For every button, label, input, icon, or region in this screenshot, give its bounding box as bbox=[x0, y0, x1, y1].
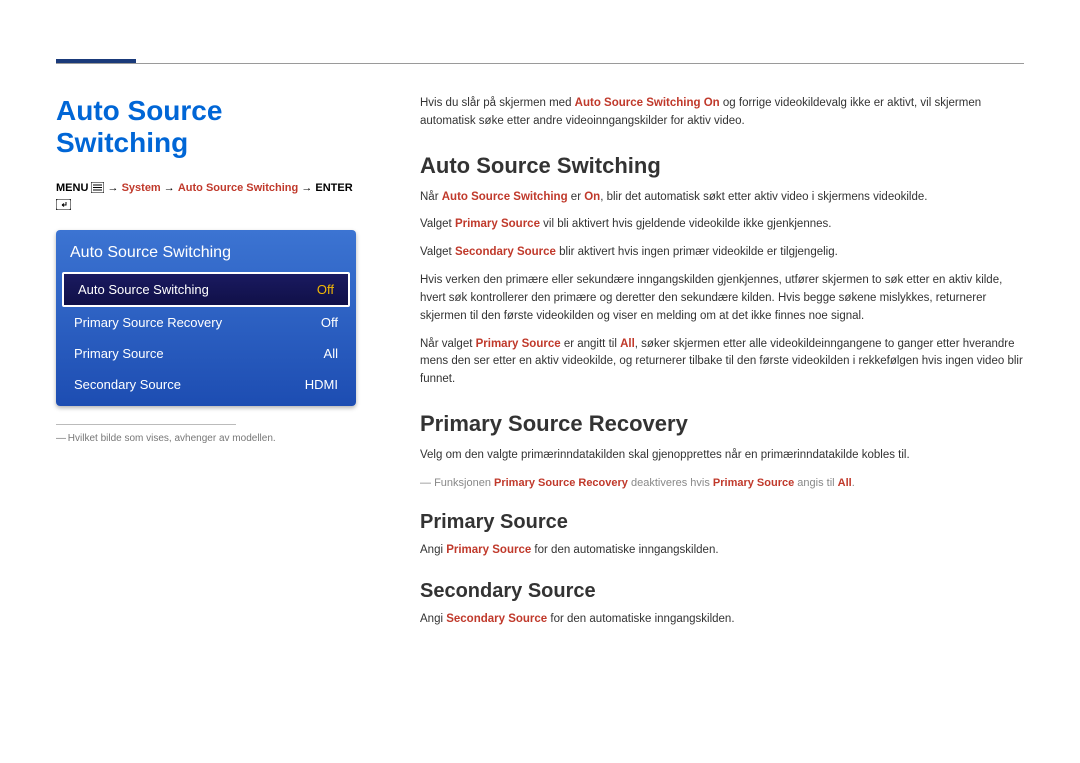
osd-item-secondary-source[interactable]: Secondary Source HDMI bbox=[60, 369, 352, 400]
highlight: All bbox=[838, 477, 852, 489]
osd-item-value: Off bbox=[321, 315, 338, 330]
breadcrumb-arrow: → bbox=[301, 182, 312, 194]
section1-p3: Valget Secondary Source blir aktivert hv… bbox=[420, 244, 1024, 262]
osd-item-value: All bbox=[324, 346, 338, 361]
left-column: Auto Source Switching MENU → System → Au… bbox=[56, 95, 356, 639]
text: Angi bbox=[420, 613, 446, 625]
highlight: Primary Source bbox=[476, 338, 561, 350]
section1-p5: Når valget Primary Source er angitt til … bbox=[420, 336, 1024, 389]
section-heading-primary-source-recovery: Primary Source Recovery bbox=[420, 411, 1024, 437]
enter-icon bbox=[56, 199, 71, 215]
section1-p1: Når Auto Source Switching er On, blir de… bbox=[420, 189, 1024, 207]
osd-item-value: Off bbox=[317, 282, 334, 297]
text: . bbox=[852, 477, 855, 489]
section-heading-primary-source: Primary Source bbox=[420, 511, 1024, 534]
osd-item-value: HDMI bbox=[305, 377, 338, 392]
breadcrumb: MENU → System → Auto Source Switching → … bbox=[56, 181, 356, 216]
section2-note: ― Funksjonen Primary Source Recovery dea… bbox=[420, 475, 1024, 492]
footnote-text: Hvilket bilde som vises, avhenger av mod… bbox=[68, 433, 276, 444]
section1-p4: Hvis verken den primære eller sekundære … bbox=[420, 272, 1024, 325]
page-title: Auto Source Switching bbox=[56, 95, 356, 159]
breadcrumb-arrow: → bbox=[108, 182, 119, 194]
section3-p1: Angi Primary Source for den automatiske … bbox=[420, 542, 1024, 560]
highlight: Primary Source Recovery bbox=[494, 477, 628, 489]
section-heading-auto-source-switching: Auto Source Switching bbox=[420, 153, 1024, 179]
section4-p1: Angi Secondary Source for den automatisk… bbox=[420, 611, 1024, 629]
divider bbox=[56, 424, 236, 425]
osd-item-label: Primary Source bbox=[74, 346, 164, 361]
menu-icon bbox=[91, 182, 104, 198]
breadcrumb-system: System bbox=[122, 182, 161, 194]
text: Når valget bbox=[420, 338, 476, 350]
text: , blir det automatisk søkt etter aktiv v… bbox=[600, 191, 927, 203]
osd-item-label: Primary Source Recovery bbox=[74, 315, 222, 330]
text: Funksjonen bbox=[434, 477, 494, 489]
text: er angitt til bbox=[561, 338, 620, 350]
right-column: Hvis du slår på skjermen med Auto Source… bbox=[420, 95, 1024, 639]
header-rule bbox=[56, 63, 1024, 64]
osd-panel: Auto Source Switching Auto Source Switch… bbox=[56, 230, 356, 406]
breadcrumb-enter: ENTER bbox=[315, 182, 352, 194]
osd-title: Auto Source Switching bbox=[56, 244, 356, 272]
highlight: Primary Source bbox=[455, 218, 540, 230]
text: for den automatiske inngangskilden. bbox=[547, 613, 734, 625]
text: Valget bbox=[420, 218, 455, 230]
page-content: Auto Source Switching MENU → System → Au… bbox=[56, 95, 1024, 639]
text: deaktiveres hvis bbox=[628, 477, 713, 489]
highlight: On bbox=[584, 191, 600, 203]
text: vil bli aktivert hvis gjeldende videokil… bbox=[540, 218, 832, 230]
text: Angi bbox=[420, 544, 446, 556]
text: blir aktivert hvis ingen primær videokil… bbox=[556, 246, 838, 258]
highlight: All bbox=[620, 338, 635, 350]
osd-item-auto-source-switching[interactable]: Auto Source Switching Off bbox=[62, 272, 350, 307]
osd-item-label: Secondary Source bbox=[74, 377, 181, 392]
section-heading-secondary-source: Secondary Source bbox=[420, 580, 1024, 603]
section2-p1: Velg om den valgte primærinndatakilden s… bbox=[420, 447, 1024, 465]
text: angis til bbox=[794, 477, 837, 489]
footnote: ― Hvilket bilde som vises, avhenger av m… bbox=[56, 433, 356, 444]
highlight: Auto Source Switching On bbox=[575, 97, 720, 109]
highlight: Primary Source bbox=[713, 477, 794, 489]
highlight: Auto Source Switching bbox=[442, 191, 568, 203]
breadcrumb-feature: Auto Source Switching bbox=[178, 182, 298, 194]
osd-item-primary-source[interactable]: Primary Source All bbox=[60, 338, 352, 369]
text: Hvis du slår på skjermen med bbox=[420, 97, 575, 109]
osd-item-label: Auto Source Switching bbox=[78, 282, 209, 297]
text: Valget bbox=[420, 246, 455, 258]
breadcrumb-menu: MENU bbox=[56, 182, 88, 194]
breadcrumb-arrow: → bbox=[164, 182, 175, 194]
text: for den automatiske inngangskilden. bbox=[531, 544, 718, 556]
highlight: Primary Source bbox=[446, 544, 531, 556]
intro-paragraph: Hvis du slår på skjermen med Auto Source… bbox=[420, 95, 1024, 131]
osd-item-primary-source-recovery[interactable]: Primary Source Recovery Off bbox=[60, 307, 352, 338]
highlight: Secondary Source bbox=[455, 246, 556, 258]
highlight: Secondary Source bbox=[446, 613, 547, 625]
text: Når bbox=[420, 191, 442, 203]
text: er bbox=[568, 191, 585, 203]
section1-p2: Valget Primary Source vil bli aktivert h… bbox=[420, 216, 1024, 234]
